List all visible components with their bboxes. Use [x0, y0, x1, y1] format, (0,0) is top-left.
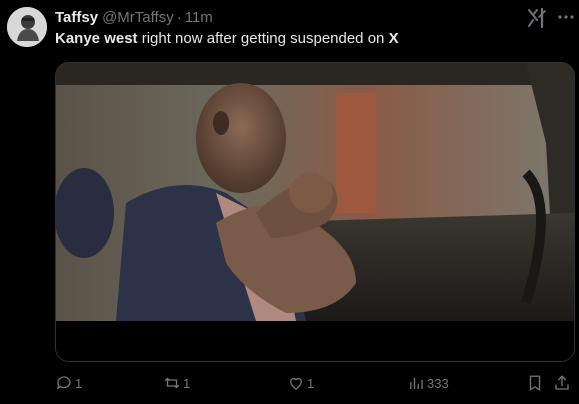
- grok-icon[interactable]: [526, 7, 550, 29]
- tweet-text-bold-tail: X: [388, 30, 399, 47]
- bookmark-button[interactable]: [526, 372, 544, 394]
- like-button[interactable]: 1: [287, 372, 314, 394]
- author-name[interactable]: Taffsy: [55, 9, 98, 26]
- author-handle[interactable]: @MrTaffsy: [102, 9, 174, 26]
- bookmark-icon: [529, 375, 541, 392]
- tweet-time[interactable]: 11m: [185, 9, 213, 26]
- repost-count: 1: [183, 375, 191, 391]
- reply-button[interactable]: 1: [55, 372, 82, 394]
- share-icon: [555, 375, 569, 390]
- views-button[interactable]: 333: [407, 372, 449, 394]
- separator-dot: ·: [176, 8, 182, 26]
- media-image: [56, 63, 574, 361]
- tweet-text-bold-lead: Kanye west: [55, 30, 138, 47]
- like-count: 1: [307, 375, 315, 391]
- repost-icon: [164, 377, 180, 389]
- tweet-text: Kanye west right now after getting suspe…: [55, 29, 399, 49]
- reply-icon: [56, 376, 71, 390]
- action-bar: 1 1 1 333: [55, 372, 573, 394]
- repost-button[interactable]: 1: [163, 372, 190, 394]
- views-count: 333: [427, 375, 449, 391]
- avatar[interactable]: [7, 7, 47, 47]
- heart-icon: [290, 377, 302, 390]
- tweet-header: Taffsy @MrTaffsy · 11m: [55, 8, 213, 26]
- reply-count: 1: [75, 375, 83, 391]
- tweet-text-middle: right now after getting suspended on: [137, 30, 389, 47]
- more-icon[interactable]: [556, 7, 576, 27]
- tweet-media[interactable]: [55, 62, 575, 362]
- views-icon: [410, 377, 423, 389]
- share-button[interactable]: [553, 372, 571, 394]
